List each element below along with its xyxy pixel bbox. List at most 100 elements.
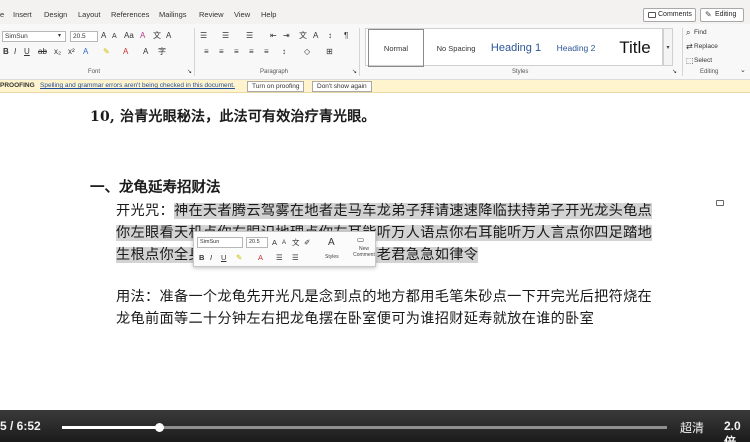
proofing-infobar: PROOFING Spelling and grammar errors are… [0,80,750,93]
mini-bold-icon[interactable]: B [199,253,204,262]
style-heading-1[interactable]: Heading 1 [488,29,544,67]
phonetic-guide-icon[interactable]: 文 [153,31,161,41]
select-button[interactable]: Select [694,57,712,64]
usage-label: 用法： [116,289,160,305]
find-button[interactable]: Find [694,29,707,36]
style-heading-2[interactable]: Heading 2 [548,29,604,67]
mini-phonetic-icon[interactable]: 文 [292,238,300,247]
borders-icon[interactable]: ⊞ [326,47,333,57]
styles-gallery: Normal No Spacing Heading 1 Heading 2 Ti… [365,28,663,67]
align-right-icon[interactable]: ≡ [234,47,239,57]
progress-thumb[interactable] [154,423,164,432]
style-no-spacing[interactable]: No Spacing [428,29,484,67]
mini-highlight-icon[interactable]: ✎ [236,253,242,262]
clear-format-icon[interactable]: A [140,31,145,41]
style-title[interactable]: Title [608,29,662,67]
subscript-icon[interactable]: x₂ [54,47,61,57]
tab-file[interactable]: e [0,10,4,19]
chevron-down-icon[interactable]: ▾ [58,31,61,41]
infobar-label: PROOFING [0,82,35,89]
mini-grow-font-icon[interactable]: A [272,238,277,247]
font-size-box[interactable]: 20.5 [70,31,98,42]
align-center-icon[interactable]: ≡ [219,47,224,57]
show-marks-icon[interactable]: ¶ [344,31,348,41]
mini-font-size-box[interactable]: 20.5 [246,237,268,248]
change-case-icon[interactable]: Aa [124,31,134,41]
quality-button[interactable]: 超清 [680,419,704,436]
multilevel-list-icon[interactable]: ☰ [246,31,253,41]
tab-insert[interactable]: Insert [13,10,32,19]
group-divider [359,28,360,76]
tab-design[interactable]: Design [44,10,67,19]
editing-mode-button[interactable]: ✎ Editing [700,8,744,22]
new-comment-icon[interactable]: ▭ [357,235,364,244]
shrink-font-icon[interactable]: A [112,32,117,42]
tab-view[interactable]: View [234,10,250,19]
chinese-layout-icon[interactable]: 文 [299,31,307,41]
mini-underline-icon[interactable]: U [221,253,226,262]
font-dialog-launcher-icon[interactable]: ↘ [187,67,192,77]
tab-references[interactable]: References [111,10,149,19]
comments-button[interactable]: Comments [643,8,696,22]
line-spacing-icon[interactable]: ↕ [282,47,286,57]
mini-format-painter-icon[interactable]: ✐ [304,238,310,247]
ribbon-tab-bar: e Insert Design Layout References Mailin… [0,0,750,24]
superscript-icon[interactable]: x² [68,47,75,57]
bullets-icon[interactable]: ☰ [200,31,207,41]
distributed-icon[interactable]: ≡ [264,47,269,57]
align-left-icon[interactable]: ≡ [204,47,209,57]
asian-layout-icon[interactable]: A [313,31,318,41]
replace-icon[interactable]: ⇄ [686,42,693,52]
comment-marker-icon[interactable] [716,200,724,206]
highlight-icon[interactable]: ✎ [103,47,110,57]
enclose-characters-icon[interactable]: 字 [158,47,166,57]
font-color-icon[interactable]: A [123,47,128,57]
increase-indent-icon[interactable]: ⇥ [283,31,290,41]
grow-font-icon[interactable]: A [101,31,106,41]
decrease-indent-icon[interactable]: ⇤ [270,31,277,41]
mini-styles-icon[interactable]: A [328,238,335,248]
italic-icon[interactable]: I [14,47,16,57]
mini-font-color-icon[interactable]: A [258,253,263,262]
mini-shrink-font-icon[interactable]: A [282,239,286,248]
collapse-ribbon-icon[interactable]: ⌄ [740,66,746,76]
tab-mailings[interactable]: Mailings [159,10,187,19]
find-icon[interactable]: ⌕ [686,28,690,38]
character-shading-icon[interactable]: A [143,47,148,57]
strikethrough-icon[interactable]: ab [38,47,47,57]
mini-italic-icon[interactable]: I [210,253,212,262]
sort-icon[interactable]: ↕ [328,31,332,41]
section-heading: 一、龙龟延寿招财法 [90,179,221,196]
styles-dialog-launcher-icon[interactable]: ↘ [672,67,677,77]
shading-icon[interactable]: ◇ [304,47,310,57]
styles-more-icon[interactable]: ▾ [663,28,673,66]
mini-font-name-box[interactable]: SimSun [197,237,243,248]
speed-button[interactable]: 2.0倍 [724,419,750,442]
progress-track[interactable] [62,423,667,432]
infobar-message[interactable]: Spelling and grammar errors aren't being… [40,82,235,89]
underline-icon[interactable]: U [24,47,30,57]
font-name-box[interactable]: SimSun [2,31,66,42]
style-normal[interactable]: Normal [368,29,424,67]
new-comment-button[interactable]: New Comment [351,246,377,258]
tab-review[interactable]: Review [199,10,224,19]
video-player-bar: 5 / 6:52 超清 2.0倍 [0,410,750,442]
dont-show-again-button[interactable]: Don't show again [312,81,372,92]
turn-on-proofing-button[interactable]: Turn on proofing [247,81,305,92]
editing-group-label: Editing [700,69,719,75]
numbering-icon[interactable]: ☰ [222,31,229,41]
select-icon[interactable]: ⬚ [686,56,694,66]
tab-layout[interactable]: Layout [78,10,101,19]
playback-time: 5 / 6:52 [0,419,41,433]
mini-numbering-icon[interactable]: ☰ [292,253,299,262]
text-effects-icon[interactable]: A [83,47,88,57]
character-border-icon[interactable]: A [166,31,171,41]
replace-button[interactable]: Replace [694,43,718,50]
bold-icon[interactable]: B [3,47,9,57]
paragraph-dialog-launcher-icon[interactable]: ↘ [352,67,357,77]
tab-help[interactable]: Help [261,10,276,19]
group-divider [682,28,683,76]
mini-bullets-icon[interactable]: ☰ [276,253,283,262]
font-group-label: Font [88,69,101,75]
justify-icon[interactable]: ≡ [249,47,254,57]
